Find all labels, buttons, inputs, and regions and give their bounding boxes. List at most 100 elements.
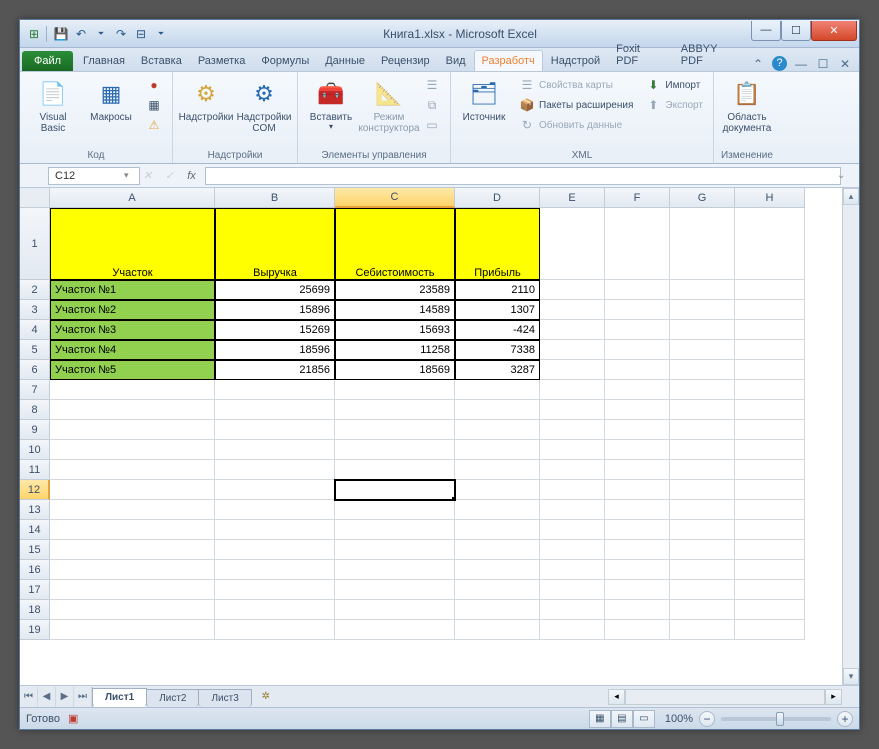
maximize-button[interactable]: ☐ <box>781 21 811 41</box>
namebox-dropdown-icon[interactable]: ▾ <box>124 170 129 181</box>
select-all-corner[interactable] <box>20 188 50 208</box>
column-header-A[interactable]: A <box>50 188 215 208</box>
cell-C10[interactable] <box>335 440 455 460</box>
row-header-17[interactable]: 17 <box>20 580 50 600</box>
cell-E16[interactable] <box>540 560 605 580</box>
cell-F3[interactable] <box>605 300 670 320</box>
addins-button[interactable]: ⚙Надстройки <box>179 74 233 123</box>
cell-D3[interactable]: 1307 <box>455 300 540 320</box>
cell-D11[interactable] <box>455 460 540 480</box>
cell-E4[interactable] <box>540 320 605 340</box>
tab-insert[interactable]: Вставка <box>133 50 190 71</box>
cell-D9[interactable] <box>455 420 540 440</box>
cell-H17[interactable] <box>735 580 805 600</box>
cell-A2[interactable]: Участок №1 <box>50 280 215 300</box>
cell-D10[interactable] <box>455 440 540 460</box>
doc-close-icon[interactable]: ✕ <box>837 57 853 71</box>
cell-F2[interactable] <box>605 280 670 300</box>
cell-A19[interactable] <box>50 620 215 640</box>
cell-F5[interactable] <box>605 340 670 360</box>
column-header-F[interactable]: F <box>605 188 670 208</box>
cell-G8[interactable] <box>670 400 735 420</box>
cell-D18[interactable] <box>455 600 540 620</box>
properties-button[interactable]: ☰ <box>420 76 444 94</box>
row-header-13[interactable]: 13 <box>20 500 50 520</box>
cell-D1[interactable]: Прибыль <box>455 208 540 280</box>
cell-G3[interactable] <box>670 300 735 320</box>
cell-F14[interactable] <box>605 520 670 540</box>
cell-H2[interactable] <box>735 280 805 300</box>
cell-D17[interactable] <box>455 580 540 600</box>
cell-F17[interactable] <box>605 580 670 600</box>
cell-A10[interactable] <box>50 440 215 460</box>
cell-A14[interactable] <box>50 520 215 540</box>
cell-G16[interactable] <box>670 560 735 580</box>
excel-icon[interactable]: ⊞ <box>26 26 42 42</box>
cell-E18[interactable] <box>540 600 605 620</box>
file-tab[interactable]: Файл <box>22 51 73 71</box>
cell-H8[interactable] <box>735 400 805 420</box>
cell-G12[interactable] <box>670 480 735 500</box>
cell-C9[interactable] <box>335 420 455 440</box>
scroll-right-icon[interactable]: ▸ <box>825 689 842 705</box>
row-header-10[interactable]: 10 <box>20 440 50 460</box>
cell-C13[interactable] <box>335 500 455 520</box>
cell-F13[interactable] <box>605 500 670 520</box>
cell-B2[interactable]: 25699 <box>215 280 335 300</box>
macro-security-button[interactable]: ⚠ <box>142 116 166 134</box>
cell-G11[interactable] <box>670 460 735 480</box>
new-sheet-button[interactable]: ✲ <box>256 691 276 702</box>
redo-icon[interactable]: ↷ <box>113 26 129 42</box>
row-header-15[interactable]: 15 <box>20 540 50 560</box>
cells-area[interactable]: УчастокВыручкаСебистоимостьПрибыльУчасто… <box>50 208 805 640</box>
cell-C14[interactable] <box>335 520 455 540</box>
cell-F10[interactable] <box>605 440 670 460</box>
column-header-C[interactable]: C <box>335 188 455 208</box>
map-properties-button[interactable]: ☰Свойства карты <box>515 76 637 94</box>
com-addins-button[interactable]: ⚙Надстройки COM <box>237 74 291 134</box>
zoom-out-button[interactable]: − <box>699 711 715 727</box>
cell-B16[interactable] <box>215 560 335 580</box>
cell-A4[interactable]: Участок №3 <box>50 320 215 340</box>
cell-C19[interactable] <box>335 620 455 640</box>
cancel-icon[interactable]: ✕ <box>137 169 159 182</box>
cell-E6[interactable] <box>540 360 605 380</box>
cell-B9[interactable] <box>215 420 335 440</box>
cell-A3[interactable]: Участок №2 <box>50 300 215 320</box>
row-header-9[interactable]: 9 <box>20 420 50 440</box>
row-header-14[interactable]: 14 <box>20 520 50 540</box>
cell-A5[interactable]: Участок №4 <box>50 340 215 360</box>
row-header-16[interactable]: 16 <box>20 560 50 580</box>
help-icon[interactable]: ? <box>772 56 787 71</box>
page-break-view-button[interactable]: ▭ <box>633 710 655 728</box>
cell-A16[interactable] <box>50 560 215 580</box>
cell-H16[interactable] <box>735 560 805 580</box>
cell-H13[interactable] <box>735 500 805 520</box>
sheet-tab-3[interactable]: Лист3 <box>198 689 251 707</box>
tab-developer[interactable]: Разработч <box>474 50 543 71</box>
cell-C11[interactable] <box>335 460 455 480</box>
cell-E10[interactable] <box>540 440 605 460</box>
tab-view[interactable]: Вид <box>438 50 474 71</box>
tab-abbyy[interactable]: ABBYY PDF <box>673 38 750 71</box>
row-header-7[interactable]: 7 <box>20 380 50 400</box>
row-header-12[interactable]: 12 <box>20 480 50 500</box>
row-header-4[interactable]: 4 <box>20 320 50 340</box>
macro-record-icon[interactable]: ▣ <box>68 712 78 725</box>
cell-C15[interactable] <box>335 540 455 560</box>
cell-D15[interactable] <box>455 540 540 560</box>
cell-C8[interactable] <box>335 400 455 420</box>
formula-input[interactable] <box>205 167 841 185</box>
cell-E17[interactable] <box>540 580 605 600</box>
cell-G17[interactable] <box>670 580 735 600</box>
cell-D5[interactable]: 7338 <box>455 340 540 360</box>
tab-formulas[interactable]: Формулы <box>253 50 317 71</box>
row-header-19[interactable]: 19 <box>20 620 50 640</box>
sheet-next-button[interactable]: ▶ <box>56 687 74 707</box>
close-button[interactable]: ✕ <box>811 21 857 41</box>
cell-E14[interactable] <box>540 520 605 540</box>
doc-minimize-icon[interactable]: — <box>793 57 809 71</box>
row-header-6[interactable]: 6 <box>20 360 50 380</box>
cell-C6[interactable]: 18569 <box>335 360 455 380</box>
row-header-5[interactable]: 5 <box>20 340 50 360</box>
